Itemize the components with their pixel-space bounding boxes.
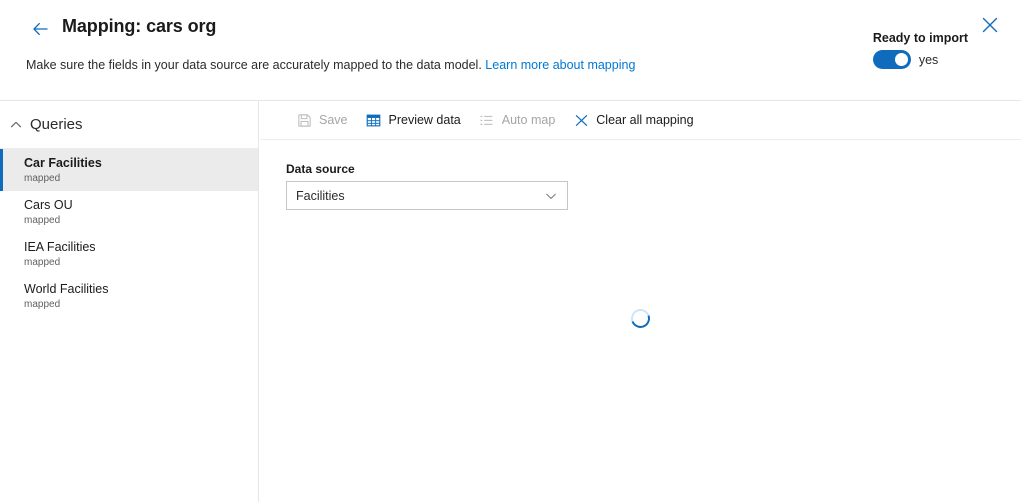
page-title: Mapping: cars org [62,16,217,36]
clear-all-mapping-button[interactable]: Clear all mapping [564,107,702,133]
preview-data-button-label: Preview data [388,113,461,127]
table-grid-icon [366,112,382,128]
mapping-main-pane: Save Preview data Auto map Clear all map… [260,101,1021,502]
toggle-knob [894,53,908,66]
mapping-form-area: Data source Facilities [260,140,1021,210]
ready-to-import-label: Ready to import [872,31,968,45]
save-button[interactable]: Save [287,107,357,133]
query-item-status: mapped [24,298,61,310]
clear-all-mapping-button-label: Clear all mapping [596,113,694,127]
data-source-label: Data source [286,162,355,176]
query-item-name: World Facilities [24,281,109,296]
page-subtitle: Make sure the fields in your data source… [26,58,635,72]
list-icon [479,112,495,128]
auto-map-button[interactable]: Auto map [470,107,565,133]
auto-map-button-label: Auto map [501,113,556,127]
ready-to-import-toggle[interactable] [872,50,911,69]
page-header: Mapping: cars org Make sure the fields i… [0,0,1021,100]
sidebar-item-world-facilities[interactable]: World Facilities mapped [0,275,258,317]
queries-sidebar: Queries Car Facilities mapped Cars OU ma… [0,101,259,502]
save-button-label: Save [319,113,348,127]
queries-section-header[interactable]: Queries [0,101,258,149]
mapping-toolbar: Save Preview data Auto map Clear all map… [260,101,1021,140]
ready-to-import-toggle-row: yes [872,50,968,69]
data-source-dropdown[interactable]: Facilities [286,181,568,210]
data-source-selected-value: Facilities [296,188,345,203]
preview-data-button[interactable]: Preview data [357,107,470,133]
query-item-status: mapped [24,172,61,184]
ready-to-import-group: Ready to import yes [872,31,968,69]
query-item-status: mapped [24,256,61,268]
toggle-state-label: yes [918,52,939,67]
save-icon [296,112,312,128]
queries-section-title: Queries [30,116,83,133]
chevron-down-icon [544,189,558,203]
sidebar-item-cars-ou[interactable]: Cars OU mapped [0,191,258,233]
query-list: Car Facilities mapped Cars OU mapped IEA… [0,149,258,317]
sidebar-item-car-facilities[interactable]: Car Facilities mapped [0,149,258,191]
learn-more-link[interactable]: Learn more about mapping [485,58,635,72]
query-item-name: Car Facilities [24,155,102,170]
loading-spinner-icon [627,305,654,332]
query-item-name: Cars OU [24,197,73,212]
query-item-name: IEA Facilities [24,239,96,254]
sidebar-item-iea-facilities[interactable]: IEA Facilities mapped [0,233,258,275]
subtitle-text: Make sure the fields in your data source… [26,58,482,72]
back-arrow-icon[interactable] [28,17,52,41]
chevron-up-icon [8,117,24,133]
close-icon[interactable] [977,12,1003,38]
query-item-status: mapped [24,214,61,226]
close-x-icon [573,112,589,128]
